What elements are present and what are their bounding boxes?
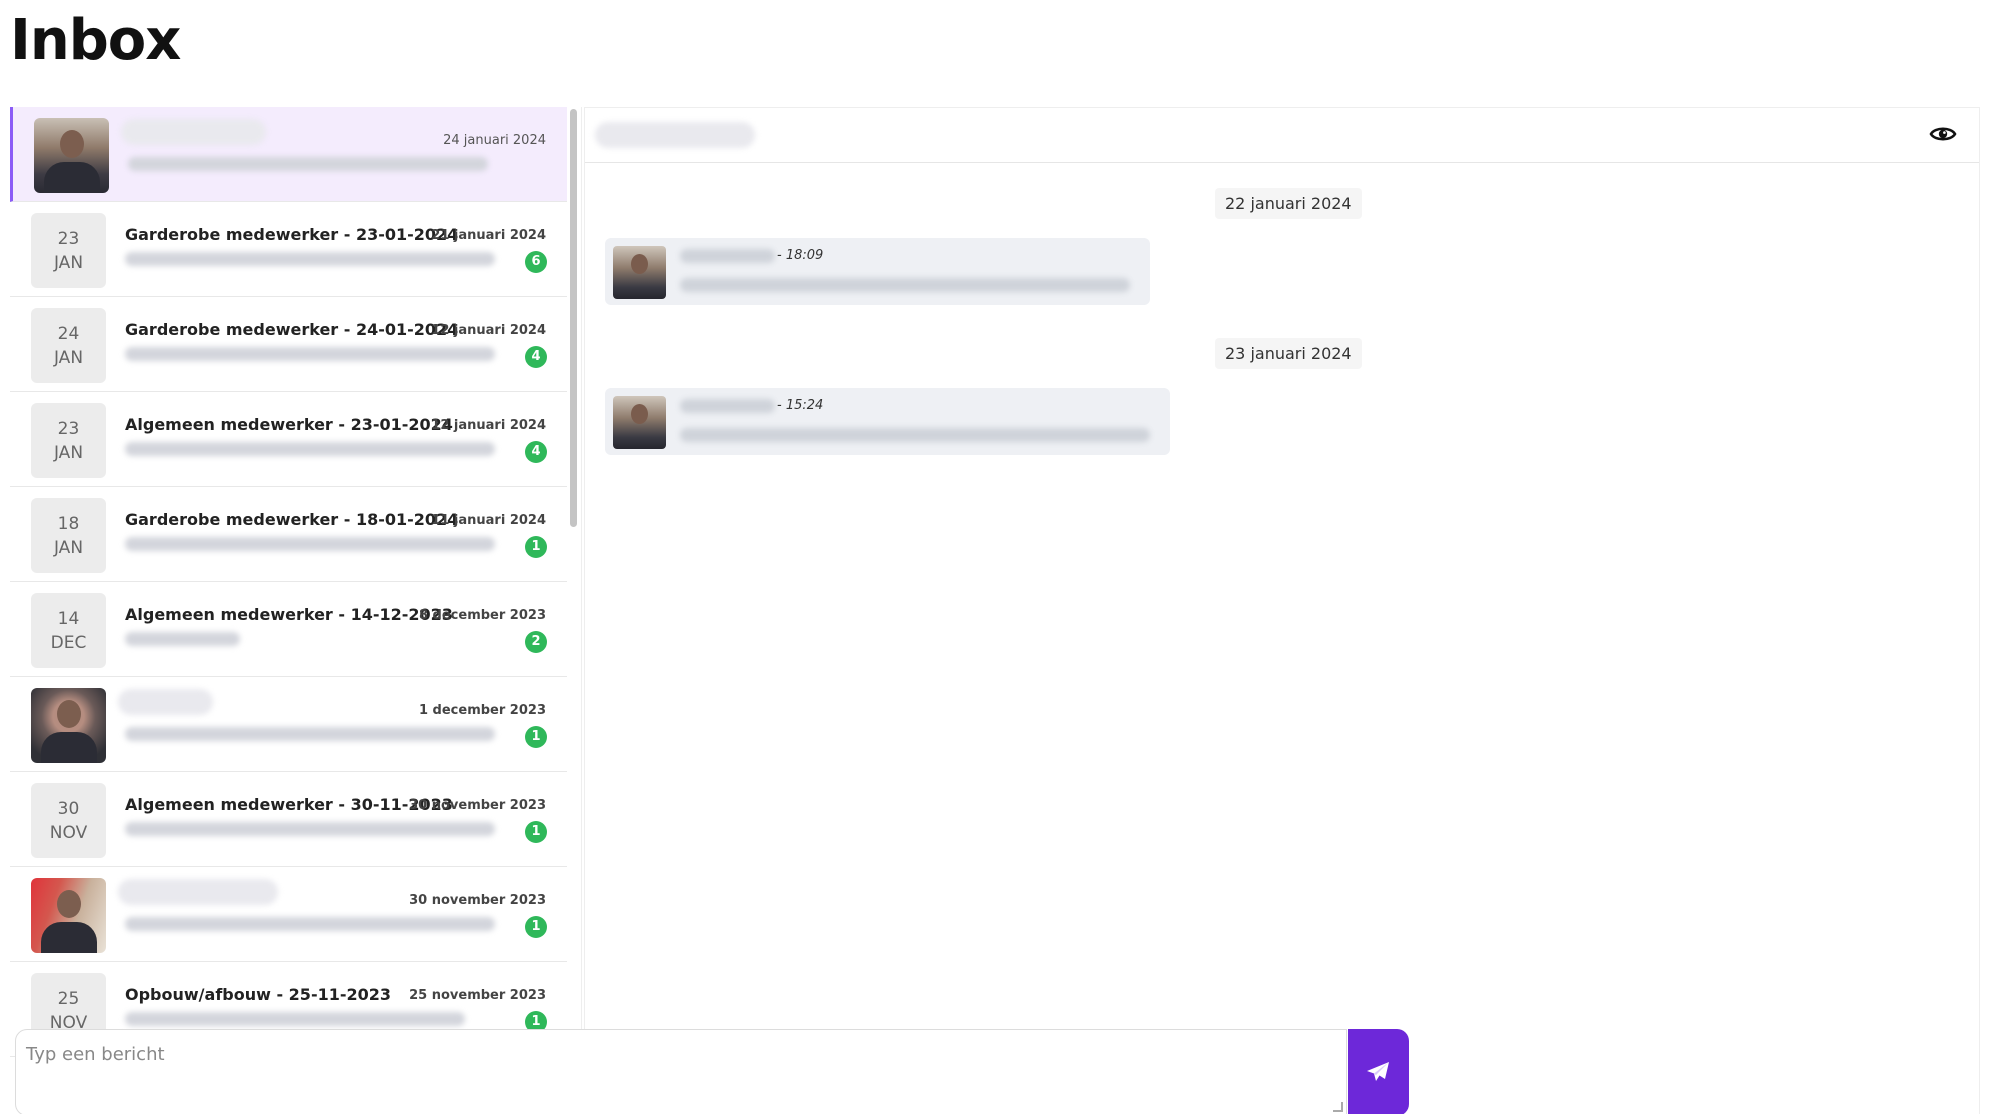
message-preview-blurred <box>125 632 240 646</box>
message-preview-blurred <box>125 917 495 931</box>
message-preview-blurred <box>125 252 495 266</box>
avatar <box>34 118 109 193</box>
unread-count-badge: 4 <box>525 346 547 368</box>
resize-grip-icon[interactable] <box>1333 1102 1343 1112</box>
message-text-blurred <box>680 428 1150 442</box>
message-input[interactable] <box>16 1030 1346 1114</box>
conversation-item[interactable]: 23 JAN Algemeen medewerker - 23-01-2024 1… <box>10 392 567 487</box>
conversation-title: Garderobe medewerker - 18-01-2024 <box>125 510 459 529</box>
conversation-title: Algemeen medewerker - 14-12-2023 <box>125 605 453 624</box>
message-time: - 15:24 <box>777 398 824 413</box>
date-tile-month: DEC <box>50 633 87 653</box>
date-tile-month: JAN <box>53 443 84 463</box>
conversation-list[interactable]: 24 januari 2024 23 JAN Garderobe medewer… <box>10 107 582 1114</box>
conversation-title: Garderobe medewerker - 24-01-2024 <box>125 320 459 339</box>
date-tile: 23 JAN <box>31 213 106 288</box>
date-tile: 23 JAN <box>31 403 106 478</box>
message-bubble: - 18:09 <box>605 238 1150 305</box>
message-time: - 18:09 <box>777 248 824 263</box>
unread-count-badge: 2 <box>525 631 547 653</box>
conversation-date: 30 november 2023 <box>409 893 546 908</box>
unread-count-badge: 6 <box>525 251 547 273</box>
conversation-date: 25 november 2023 <box>409 988 546 1003</box>
message-composer[interactable] <box>15 1029 1347 1114</box>
unread-count-badge: 4 <box>525 441 547 463</box>
sender-name-blurred <box>680 249 775 263</box>
date-tile-month: JAN <box>53 253 84 273</box>
conversation-item[interactable]: 1 december 2023 1 <box>10 677 567 772</box>
date-tile-month: JAN <box>53 348 84 368</box>
message-preview-blurred <box>125 347 495 361</box>
conversation-date: 1 december 2023 <box>418 703 546 718</box>
sender-avatar <box>613 246 666 299</box>
message-time-value: 18:09 <box>785 248 824 263</box>
conversation-date: 8 december 2023 <box>418 608 546 623</box>
date-tile: 30 NOV <box>31 783 106 858</box>
sender-name-blurred <box>680 399 775 413</box>
send-button[interactable] <box>1348 1029 1409 1114</box>
date-tile-day: 25 <box>57 989 80 1009</box>
message-preview-blurred <box>125 1012 465 1026</box>
conversation-item[interactable]: 18 JAN Garderobe medewerker - 18-01-2024… <box>10 487 567 582</box>
conversation-date: 12 januari 2024 <box>431 418 546 433</box>
conversation-item[interactable]: 24 JAN Garderobe medewerker - 24-01-2024… <box>10 297 567 392</box>
unread-count-badge: 1 <box>525 536 547 558</box>
message-preview-blurred <box>125 442 495 456</box>
message-preview-blurred <box>125 822 495 836</box>
message-text-blurred <box>680 278 1130 292</box>
conversation-item[interactable]: 14 DEC Algemeen medewerker - 14-12-2023 8… <box>10 582 567 677</box>
paper-plane-icon <box>1367 1062 1389 1081</box>
message-preview-blurred <box>125 537 495 551</box>
conversation-date: 30 november 2023 <box>409 798 546 813</box>
message-bubble: - 15:24 <box>605 388 1170 455</box>
page-title: Inbox <box>10 8 181 73</box>
inbox-frame: 24 januari 2024 23 JAN Garderobe medewer… <box>10 107 1980 1114</box>
date-tile-month: NOV <box>49 823 88 843</box>
eye-icon[interactable] <box>1929 122 1957 146</box>
chat-panel: 22 januari 2024 - 18:09 23 januari 2024 … <box>584 107 1980 1114</box>
conversation-date: 21 januari 2024 <box>431 228 546 243</box>
contact-name-blurred <box>118 689 213 715</box>
unread-count-badge: 1 <box>525 821 547 843</box>
date-tile: 24 JAN <box>31 308 106 383</box>
message-time-value: 15:24 <box>785 398 824 413</box>
message-preview-blurred <box>128 157 488 171</box>
date-tile-day: 18 <box>57 514 80 534</box>
conversation-title: Algemeen medewerker - 23-01-2024 <box>125 415 453 434</box>
date-tile-day: 30 <box>57 799 80 819</box>
conversation-title: Garderobe medewerker - 23-01-2024 <box>125 225 459 244</box>
sender-avatar <box>613 396 666 449</box>
conversation-date: 11 januari 2024 <box>431 513 546 528</box>
date-tile-day: 23 <box>57 419 80 439</box>
avatar <box>31 688 106 763</box>
conversation-date: 12 januari 2024 <box>431 323 546 338</box>
avatar <box>31 878 106 953</box>
day-separator: 22 januari 2024 <box>1215 188 1362 219</box>
conversation-title: Algemeen medewerker - 30-11-2023 <box>125 795 453 814</box>
contact-name-blurred <box>121 119 266 145</box>
contact-name-blurred <box>118 879 278 905</box>
conversation-title: Opbouw/afbouw - 25-11-2023 <box>125 985 392 1004</box>
conversation-date: 24 januari 2024 <box>443 133 546 148</box>
contact-name-blurred <box>595 122 755 148</box>
date-tile-day: 23 <box>57 229 80 249</box>
day-separator: 23 januari 2024 <box>1215 338 1362 369</box>
date-tile: 18 JAN <box>31 498 106 573</box>
date-tile-day: 24 <box>57 324 80 344</box>
date-tile: 14 DEC <box>31 593 106 668</box>
message-preview-blurred <box>125 727 495 741</box>
unread-count-badge: 1 <box>525 916 547 938</box>
date-tile-month: JAN <box>53 538 84 558</box>
date-tile-day: 14 <box>57 609 80 629</box>
conversation-item[interactable]: 23 JAN Garderobe medewerker - 23-01-2024… <box>10 202 567 297</box>
chat-header <box>585 108 1979 163</box>
conversation-item[interactable]: 30 november 2023 1 <box>10 867 567 962</box>
conversation-item[interactable]: 24 januari 2024 <box>10 107 567 202</box>
unread-count-badge: 1 <box>525 726 547 748</box>
conversation-list-scrollbar[interactable] <box>570 109 577 527</box>
conversation-item[interactable]: 30 NOV Algemeen medewerker - 30-11-2023 3… <box>10 772 567 867</box>
